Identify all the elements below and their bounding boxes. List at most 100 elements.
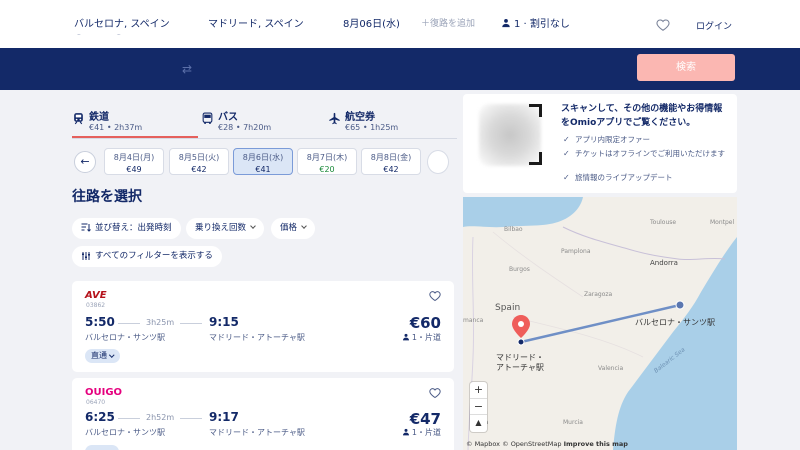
tab-flight[interactable]: 航空券 €65 • 1h25m <box>328 108 448 138</box>
tab-bus[interactable]: バス €28 • 7h20m <box>201 108 321 138</box>
promo-item: 旅情報のライブアップデート <box>563 173 728 183</box>
date-option[interactable]: 8月7日(木) €20 <box>297 148 357 175</box>
price-filter-chip[interactable]: 価格 <box>271 218 316 239</box>
result-card[interactable]: AVE 03862 5:50 3h25m 9:15 バルセロナ・サンツ駅 マドリ… <box>72 281 454 372</box>
map-label: Pamplona <box>561 248 591 255</box>
swap-icon[interactable]: ⇄ <box>182 62 192 76</box>
save-heart-icon[interactable] <box>429 387 441 399</box>
compass-icon[interactable]: ▲ <box>470 415 487 432</box>
tab-bus-label: バス <box>218 112 238 123</box>
qr-corner <box>529 152 542 165</box>
tab-flight-summary: €65 • 1h25m <box>345 123 399 132</box>
departure-date-field[interactable]: 8月06日(水) <box>334 6 411 34</box>
chevron-down-icon <box>250 223 256 229</box>
price: €60 <box>409 314 441 332</box>
improve-map-link[interactable]: Improve this map <box>564 440 628 448</box>
departure-station: バルセロナ・サンツ駅 <box>85 428 165 437</box>
departure-station: バルセロナ・サンツ駅 <box>85 333 165 342</box>
airplane-icon <box>329 112 340 125</box>
save-heart-icon[interactable] <box>429 290 441 302</box>
qr-corner <box>529 104 542 117</box>
all-filters-label: すべてのフィルターを表示する <box>95 251 213 261</box>
date-price: €41 <box>255 165 271 174</box>
return-date-field[interactable]: ＋復路を追加 <box>412 6 491 34</box>
madrid-station-label-2: アトーチャ駅 <box>496 363 544 372</box>
date-label: 8月5日(火) <box>178 153 220 162</box>
osm-link[interactable]: © OpenStreetMap <box>502 440 561 448</box>
date-label: 8月8日(金) <box>370 153 412 162</box>
promo-title: スキャンして、その他の機能やお得情報をOmioアプリでご覧ください。 <box>561 104 723 128</box>
passenger-label: 1・片道 <box>411 333 441 342</box>
app-promo-panel: スキャンして、その他の機能やお得情報をOmioアプリでご覧ください。 アプリ内限… <box>463 94 737 193</box>
direct-badge[interactable]: 直通 <box>85 349 120 363</box>
map-label: Valencia <box>598 365 624 372</box>
date-price: €20 <box>319 165 335 174</box>
person-icon <box>402 333 409 341</box>
passengers-field[interactable]: 1 · 割引なし <box>492 6 631 34</box>
passengers-label: 1 · 割引なし <box>514 19 570 30</box>
map-label: Andorra <box>650 259 678 267</box>
bus-icon <box>202 112 213 124</box>
sort-chip[interactable]: 並び替え：出発時刻 <box>72 218 181 239</box>
price-label: 価格 <box>280 223 298 233</box>
search-button[interactable]: 検索 <box>637 54 735 81</box>
map-label: Toulouse <box>650 219 677 226</box>
madrid-station-label-1: マドリード・ <box>496 353 544 362</box>
tab-train-summary: €41 • 2h37m <box>89 123 143 132</box>
favorites-heart-icon[interactable] <box>656 18 670 32</box>
map-label: Bilbao <box>504 226 523 233</box>
train-code: 06470 <box>86 399 106 406</box>
arrival-time: 9:15 <box>209 315 239 329</box>
train-code: 03862 <box>86 302 106 309</box>
departure-time: 6:25 <box>85 410 115 424</box>
date-option[interactable]: 8月5日(火) €42 <box>169 148 229 175</box>
active-tab-indicator <box>72 136 198 138</box>
section-title: 往路を選択 <box>72 189 142 205</box>
arrival-station: マドリード・アトーチャ駅 <box>209 428 305 437</box>
zoom-in-button[interactable]: + <box>470 382 487 399</box>
promo-item: チケットはオフラインでご利用いただけます <box>563 149 728 159</box>
chevron-down-icon <box>301 223 307 229</box>
all-filters-chip[interactable]: すべてのフィルターを表示する <box>72 246 222 267</box>
map-label: Montpel <box>710 219 735 226</box>
tab-train[interactable]: 鉄道 €41 • 2h37m <box>72 108 198 138</box>
map-zoom-controls: + − ▲ <box>470 382 487 432</box>
map-label: Murcia <box>563 419 583 426</box>
barcelona-station-label: バルセロナ・サンツ駅 <box>635 318 715 327</box>
tab-bus-summary: €28 • 7h20m <box>218 123 272 132</box>
chevron-down-icon <box>109 351 115 357</box>
transfers-filter-chip[interactable]: 乗り換え回数 <box>186 218 265 239</box>
person-icon <box>502 19 510 28</box>
date-label: 8月6日(水) <box>242 153 284 162</box>
map-label: Spain <box>495 303 521 313</box>
login-link[interactable]: ログイン <box>696 19 732 32</box>
date-option[interactable]: 8月8日(金) €42 <box>361 148 421 175</box>
duration: 2h52m <box>117 413 203 422</box>
operator-logo: OUIGO <box>85 387 123 398</box>
transfers-label: 乗り換え回数 <box>195 223 247 233</box>
departure-time: 5:50 <box>85 315 115 329</box>
passenger-label: 1・片道 <box>411 428 441 437</box>
price: €47 <box>409 410 441 428</box>
origin-field[interactable]: バルセロナ, スペイン <box>65 6 198 34</box>
previous-dates-button[interactable]: ← <box>74 151 96 173</box>
train-icon <box>74 113 83 125</box>
destination-field[interactable]: マドリード, スペイン <box>199 6 333 34</box>
direct-label: 直通 <box>91 351 107 360</box>
date-option[interactable]: 8月4日(月) €49 <box>104 148 164 175</box>
zoom-out-button[interactable]: − <box>470 399 487 416</box>
route-map[interactable]: Toulouse Montpel Bilbao Pamplona Andorra… <box>463 197 737 450</box>
operator-logo: AVE <box>85 290 107 301</box>
next-dates-button[interactable] <box>427 150 449 174</box>
map-label: Zaragoza <box>584 291 613 298</box>
passenger-info: 1・片道 <box>402 332 441 343</box>
promo-item: アプリ内限定オファー <box>563 135 728 145</box>
tab-train-label: 鉄道 <box>89 112 109 123</box>
result-card[interactable]: OUIGO 06470 6:25 2h52m 9:17 バルセロナ・サンツ駅 マ… <box>72 378 454 450</box>
person-icon <box>402 428 409 436</box>
date-option-selected[interactable]: 8月6日(水) €41 <box>233 148 293 175</box>
passenger-info: 1・片道 <box>402 427 441 438</box>
arrival-station: マドリード・アトーチャ駅 <box>209 333 305 342</box>
mapbox-link[interactable]: © Mapbox <box>466 440 500 448</box>
direct-badge[interactable] <box>85 445 119 450</box>
